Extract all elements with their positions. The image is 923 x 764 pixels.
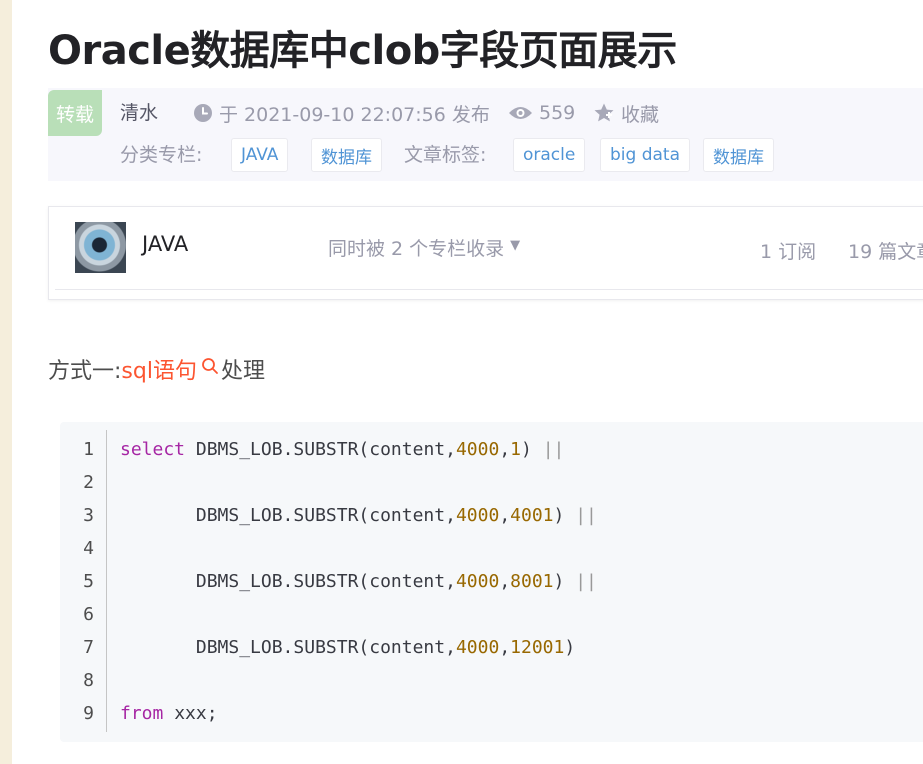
code-line: select DBMS_LOB.SUBSTR(content,4000,1) |… — [120, 439, 565, 460]
favorite-button[interactable]: 收藏 — [593, 98, 659, 128]
line-number: 6 — [83, 604, 94, 625]
code-line: from xxx; — [120, 703, 218, 724]
column-name-link[interactable]: JAVA — [142, 232, 188, 256]
author-link[interactable]: 清水 — [120, 98, 158, 128]
column-subscriptions: 1 订阅 — [760, 241, 817, 263]
article-tag-oracle[interactable]: oracle — [513, 138, 586, 172]
view-count-text: 559 — [539, 102, 576, 124]
code-line: DBMS_LOB.SUBSTR(content,4000,8001) || — [120, 571, 597, 592]
line-number: 7 — [83, 637, 94, 658]
category-label: 分类专栏: — [120, 144, 203, 166]
favorite-label: 收藏 — [621, 103, 660, 126]
tags-label: 文章标签: — [404, 144, 487, 166]
column-included-dropdown[interactable]: 同时被 2 个专栏收录 ▼ — [328, 234, 520, 261]
clock-icon — [194, 104, 212, 122]
article-tag-database[interactable]: 数据库 — [703, 138, 774, 172]
keyword-link[interactable]: sql语句 — [121, 353, 197, 385]
view-count: 559 — [508, 98, 575, 128]
column-thumbnail[interactable] — [75, 222, 126, 273]
method-heading: 方式一: sql语句 处理 — [48, 353, 265, 385]
line-number: 3 — [83, 505, 94, 526]
article-tag-big-data[interactable]: big data — [600, 138, 691, 172]
line-number: 2 — [83, 472, 94, 493]
line-number: 8 — [83, 670, 94, 691]
method-prefix: 方式一: — [48, 359, 122, 384]
eye-icon — [509, 107, 532, 119]
code-line: DBMS_LOB.SUBSTR(content,4000,12001) — [120, 637, 576, 658]
category-tag-java[interactable]: JAVA — [231, 138, 289, 172]
publish-time-text: 于 2021-09-10 22:07:56 发布 — [219, 103, 490, 126]
line-number: 9 — [83, 703, 94, 724]
column-card-divider — [55, 289, 923, 290]
column-included-text: 同时被 2 个专栏收录 — [328, 238, 505, 260]
column-article-count: 19 篇文章 — [848, 241, 923, 263]
line-number: 5 — [83, 571, 94, 592]
star-icon — [594, 103, 614, 122]
method-suffix: 处理 — [220, 359, 265, 384]
search-icon[interactable] — [201, 357, 219, 375]
repost-badge: 转载 — [48, 90, 102, 136]
caret-down-icon: ▼ — [510, 238, 521, 253]
line-number: 4 — [83, 538, 94, 559]
publish-time: 于 2021-09-10 22:07:56 发布 — [193, 98, 490, 128]
article-title: Oracle数据库中clob字段页面展示 — [48, 28, 677, 74]
code-line: DBMS_LOB.SUBSTR(content,4000,4001) || — [120, 505, 597, 526]
category-tag-database[interactable]: 数据库 — [311, 138, 382, 172]
code-gutter-divider — [106, 430, 107, 732]
line-number: 1 — [83, 439, 94, 460]
